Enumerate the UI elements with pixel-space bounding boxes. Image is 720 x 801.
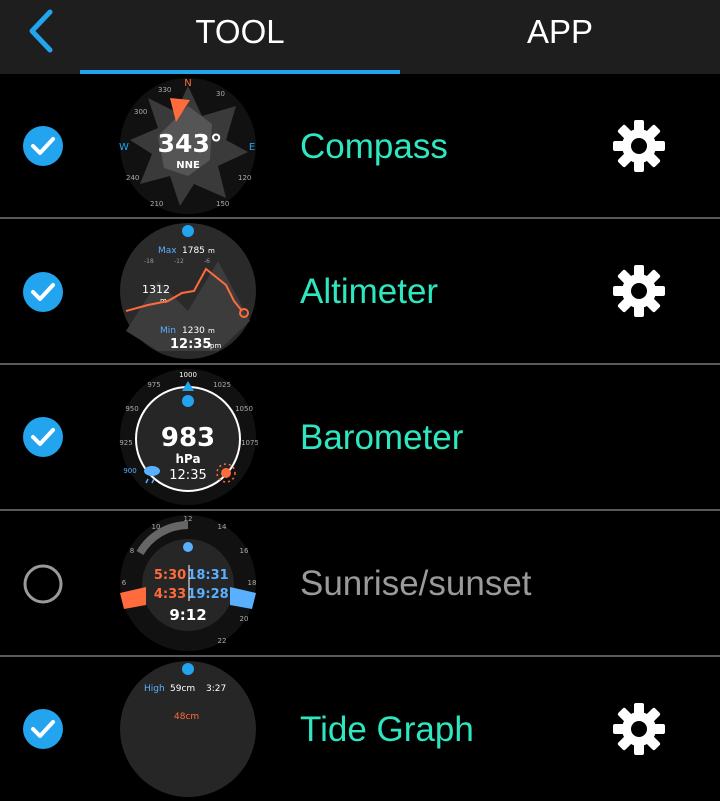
compass-watch-face: N E W 330 300 30 120 150 210 240 343° NN… — [119, 78, 256, 214]
tick-950: 950 — [125, 405, 138, 413]
daylight-duration: 9:12 — [169, 606, 206, 624]
back-arrow-icon[interactable] — [24, 8, 60, 54]
heading-value: 343° — [158, 129, 223, 158]
min-value: 1230 — [182, 326, 205, 336]
sunset-time: 18:31 — [187, 568, 228, 583]
tick-330: 330 — [158, 86, 171, 94]
hour-10: 10 — [152, 523, 161, 531]
high-tide-label: High — [144, 684, 165, 694]
tool-row-tide-graph[interactable]: High 59cm 3:27 48cm Tide Graph — [0, 657, 720, 801]
barometer-watch-face: 1000 975 1025 950 1050 925 1075 900 983 … — [119, 369, 258, 505]
gear-icon[interactable] — [610, 117, 668, 175]
tab-tool[interactable]: TOOL — [80, 0, 400, 74]
unchecked-icon[interactable] — [22, 563, 64, 605]
gear-icon[interactable] — [610, 700, 668, 758]
tick-975: 975 — [147, 381, 160, 389]
max-value: 1785 — [182, 246, 205, 256]
tick-1025: 1025 — [213, 381, 231, 389]
min-unit: m — [208, 327, 215, 335]
tick-120: 120 — [238, 174, 251, 182]
gear-icon[interactable] — [610, 262, 668, 320]
checked-icon[interactable] — [22, 125, 64, 167]
watch-time: 12:35 — [170, 337, 211, 352]
north-label: N — [184, 78, 191, 89]
hour-6: 6 — [122, 579, 127, 587]
dawn-time: 4:33 — [154, 587, 186, 602]
east-label: E — [249, 142, 255, 153]
tick-30: 30 — [216, 90, 225, 98]
dusk-time: 19:28 — [187, 587, 228, 602]
hour-12: 12 — [184, 515, 193, 523]
tick-900: 900 — [123, 467, 136, 475]
current-altitude: 1312 — [142, 283, 170, 296]
hour-8: 8 — [130, 547, 134, 555]
hour-22: 22 — [218, 637, 227, 645]
axis-tick: -18 — [144, 258, 154, 265]
tool-row-altimeter[interactable]: Max 1785 m -18 -12 -6 1312 m Min 1230 m … — [0, 219, 720, 363]
heading-direction: NNE — [176, 160, 200, 171]
max-label: Max — [158, 246, 177, 256]
axis-tick: -12 — [174, 258, 184, 265]
tick-210: 210 — [150, 200, 163, 208]
axis-tick: -6 — [204, 258, 210, 265]
tick-925: 925 — [119, 439, 132, 447]
hour-16: 16 — [240, 547, 249, 555]
min-label: Min — [160, 326, 176, 336]
high-tide-value: 59cm — [170, 684, 195, 694]
tool-label: Altimeter — [300, 272, 439, 311]
tick-1075: 1075 — [241, 439, 258, 447]
pressure-unit: hPa — [175, 452, 200, 466]
current-tide: 48cm — [174, 712, 199, 722]
checked-icon[interactable] — [22, 416, 64, 458]
hour-20: 20 — [240, 615, 249, 623]
tool-label: Tide Graph — [300, 710, 474, 749]
tool-label: Compass — [300, 127, 448, 166]
tick-150: 150 — [216, 200, 229, 208]
tool-row-sunrise-sunset[interactable]: 10 12 14 16 18 20 22 8 6 5:30 18:31 4:33… — [0, 511, 720, 655]
tick-1000: 1000 — [179, 371, 197, 379]
am-pm: pm — [210, 342, 221, 350]
high-tide-time: 3:27 — [206, 684, 226, 694]
tick-300: 300 — [134, 108, 147, 116]
altimeter-watch-face: Max 1785 m -18 -12 -6 1312 m Min 1230 m … — [120, 223, 256, 359]
top-tab-bar: TOOL APP — [0, 0, 720, 74]
sunrise-time: 5:30 — [154, 568, 186, 583]
tick-240: 240 — [126, 174, 139, 182]
tick-1050: 1050 — [235, 405, 253, 413]
tide-watch-face: High 59cm 3:27 48cm — [120, 661, 256, 797]
pressure-value: 983 — [161, 423, 215, 453]
checked-icon[interactable] — [22, 271, 64, 313]
hour-14: 14 — [218, 523, 227, 531]
tab-app[interactable]: APP — [400, 0, 720, 74]
watch-time: 12:35 — [169, 468, 206, 483]
tool-row-barometer[interactable]: 1000 975 1025 950 1050 925 1075 900 983 … — [0, 365, 720, 509]
tool-label: Barometer — [300, 418, 464, 457]
checked-icon[interactable] — [22, 708, 64, 750]
sunrise-sunset-watch-face: 10 12 14 16 18 20 22 8 6 5:30 18:31 4:33… — [120, 515, 257, 651]
west-label: W — [119, 142, 129, 153]
tool-label: Sunrise/sunset — [300, 564, 532, 603]
tool-row-compass[interactable]: N E W 330 300 30 120 150 210 240 343° NN… — [0, 74, 720, 218]
max-unit: m — [208, 247, 215, 255]
hour-18: 18 — [248, 579, 257, 587]
